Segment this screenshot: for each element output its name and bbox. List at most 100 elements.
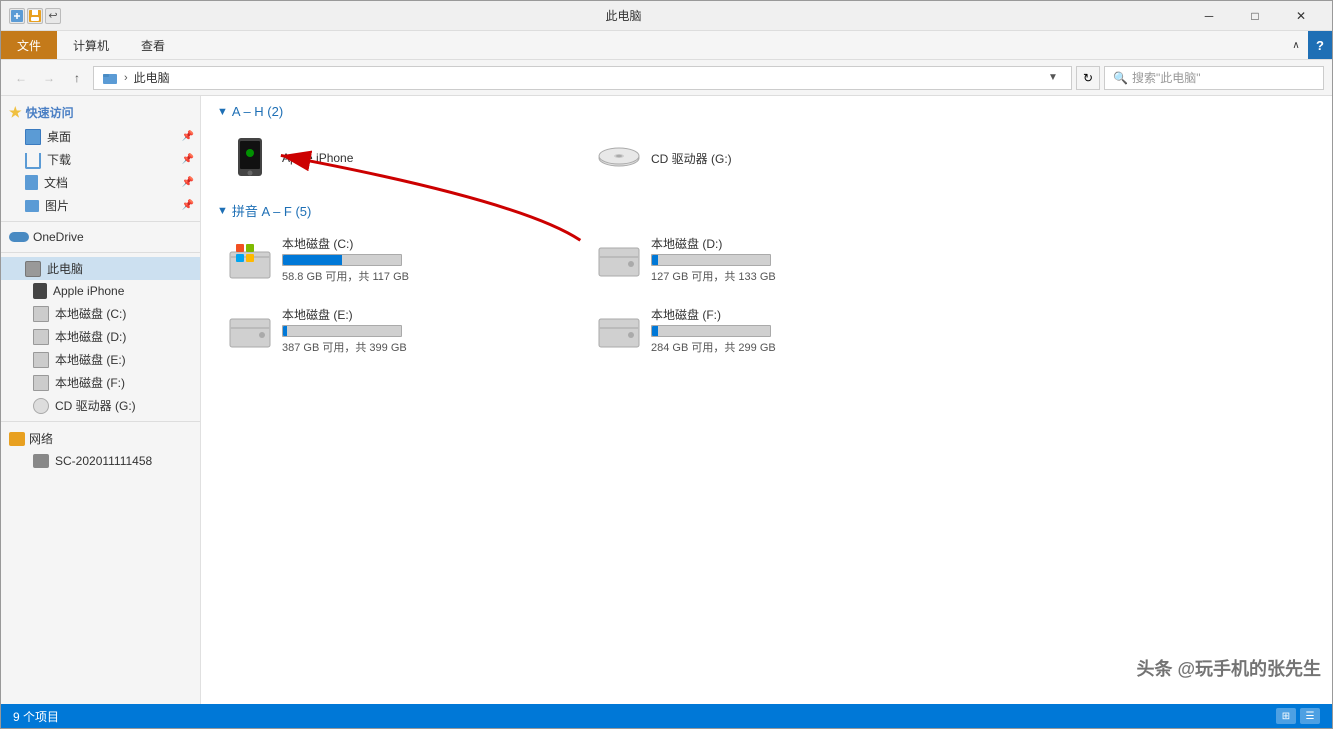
- drive-d-bar: [652, 255, 658, 265]
- sidebar: ★ 快速访问 桌面 📌 下载 📌 文档 📌 图片 📌: [1, 96, 201, 704]
- drive-d-bar-container: [651, 254, 771, 266]
- minimize-button[interactable]: ─: [1186, 1, 1232, 31]
- section-ah-header: ▼ A – H (2): [217, 104, 1316, 119]
- address-dropdown-arrow[interactable]: ▼: [1043, 72, 1063, 83]
- section-pinyin-toggle[interactable]: ▼: [217, 205, 228, 217]
- sidebar-label-sc: SC-202011111458: [55, 454, 152, 468]
- address-path: 此电脑: [134, 69, 1037, 86]
- drive-e-bar-container: [282, 325, 402, 337]
- tab-view[interactable]: 查看: [125, 31, 181, 59]
- quick-access-icon[interactable]: [9, 8, 25, 24]
- onedrive-icon: [9, 232, 29, 242]
- content-area: ▼ A – H (2) Appl: [201, 96, 1332, 704]
- section-pinyin-title: 拼音 A – F (5): [232, 201, 311, 220]
- address-bar: ← → ↑ › 此电脑 ▼ ↻ 🔍 搜索"此电脑": [1, 60, 1332, 96]
- drive-f-icon: [595, 307, 643, 355]
- cd-icon: [595, 134, 643, 182]
- sidebar-item-apple-iphone[interactable]: Apple iPhone: [1, 280, 200, 302]
- tab-computer[interactable]: 计算机: [57, 31, 125, 59]
- drive-e-info: 本地磁盘 (E:) 387 GB 可用，共 399 GB: [282, 306, 407, 355]
- collapse-ribbon-button[interactable]: ∧: [1284, 31, 1308, 59]
- hdd-d-icon: [33, 329, 49, 345]
- iphone-sidebar-icon: [33, 283, 47, 299]
- status-bar-icons: ⊞ ☰: [1276, 708, 1320, 724]
- drive-f-bar-container: [651, 325, 771, 337]
- desktop-icon: [25, 129, 41, 145]
- drive-f-bar: [652, 326, 658, 336]
- section-ah-title: A – H (2): [232, 104, 283, 119]
- drive-e-name: 本地磁盘 (E:): [282, 306, 407, 323]
- sidebar-label-pics: 图片: [45, 197, 69, 214]
- window-controls: ─ □ ✕: [1186, 1, 1324, 31]
- drive-item-iphone[interactable]: Apple iPhone: [217, 127, 578, 189]
- tab-file[interactable]: 文件: [1, 31, 57, 59]
- search-placeholder: 搜索"此电脑": [1132, 69, 1201, 86]
- drive-e-icon: [226, 307, 274, 355]
- sidebar-item-docs[interactable]: 文档 📌: [1, 171, 200, 194]
- sidebar-item-sc[interactable]: SC-202011111458: [1, 451, 200, 471]
- section-pinyin-grid: 本地磁盘 (C:) 58.8 GB 可用，共 117 GB: [217, 228, 1316, 362]
- view-mode-icon-2[interactable]: ☰: [1300, 708, 1320, 724]
- back-button[interactable]: ←: [9, 66, 33, 90]
- section-pinyin-header: ▼ 拼音 A – F (5): [217, 201, 1316, 220]
- undo-icon[interactable]: ↩: [45, 8, 61, 24]
- iphone-name: Apple iPhone: [282, 151, 353, 165]
- close-button[interactable]: ✕: [1278, 1, 1324, 31]
- drive-d-info: 本地磁盘 (D:) 127 GB 可用，共 133 GB: [651, 235, 776, 284]
- forward-button[interactable]: →: [37, 66, 61, 90]
- refresh-button[interactable]: ↻: [1076, 66, 1100, 90]
- drive-e-size: 387 GB 可用，共 399 GB: [282, 339, 407, 355]
- section-ah-toggle[interactable]: ▼: [217, 106, 228, 118]
- pin-icon: 📌: [182, 131, 194, 142]
- sidebar-label-f: 本地磁盘 (F:): [55, 374, 125, 391]
- network-header[interactable]: 网络: [1, 426, 200, 451]
- sidebar-item-thispc[interactable]: 此电脑: [1, 257, 200, 280]
- drive-item-cd[interactable]: CD 驱动器 (G:): [586, 127, 947, 189]
- view-mode-icon-1[interactable]: ⊞: [1276, 708, 1296, 724]
- sidebar-item-downloads[interactable]: 下载 📌: [1, 148, 200, 171]
- drive-item-e[interactable]: 本地磁盘 (E:) 387 GB 可用，共 399 GB: [217, 299, 578, 362]
- sidebar-item-pics[interactable]: 图片 📌: [1, 194, 200, 217]
- drive-item-f[interactable]: 本地磁盘 (F:) 284 GB 可用，共 299 GB: [586, 299, 947, 362]
- drive-c-icon: [226, 236, 274, 284]
- network-icon: [9, 432, 25, 446]
- downloads-icon: [25, 153, 41, 169]
- star-icon: ★: [9, 104, 22, 121]
- section-ah-grid: Apple iPhone CD 驱动器 (G:): [217, 127, 1316, 189]
- address-input[interactable]: › 此电脑 ▼: [93, 66, 1072, 90]
- up-button[interactable]: ↑: [65, 66, 89, 90]
- search-box[interactable]: 🔍 搜索"此电脑": [1104, 66, 1324, 90]
- search-icon: 🔍: [1113, 71, 1128, 85]
- item-count: 9 个项目: [13, 708, 59, 725]
- sidebar-label-docs: 文档: [44, 174, 68, 191]
- sidebar-item-drive-f[interactable]: 本地磁盘 (F:): [1, 371, 200, 394]
- thispc-icon: [25, 261, 41, 277]
- status-bar: 9 个项目 ⊞ ☰: [1, 704, 1332, 728]
- onedrive-header[interactable]: OneDrive: [1, 226, 200, 248]
- iphone-info: Apple iPhone: [282, 151, 353, 165]
- save-icon[interactable]: [27, 8, 43, 24]
- sidebar-item-drive-d[interactable]: 本地磁盘 (D:): [1, 325, 200, 348]
- sidebar-item-drive-c[interactable]: 本地磁盘 (C:): [1, 302, 200, 325]
- pc-icon: [33, 454, 49, 468]
- drive-item-c[interactable]: 本地磁盘 (C:) 58.8 GB 可用，共 117 GB: [217, 228, 578, 291]
- sidebar-item-drive-e[interactable]: 本地磁盘 (E:): [1, 348, 200, 371]
- maximize-button[interactable]: □: [1232, 1, 1278, 31]
- divider-3: [1, 421, 200, 422]
- sidebar-label-c: 本地磁盘 (C:): [55, 305, 126, 322]
- sidebar-label-d: 本地磁盘 (D:): [55, 328, 126, 345]
- pin-icon-docs: 📌: [182, 177, 194, 188]
- sidebar-label-onedrive: OneDrive: [33, 230, 84, 244]
- title-bar-path: 此电脑: [61, 7, 1186, 24]
- help-button[interactable]: ?: [1308, 31, 1332, 59]
- sidebar-item-desktop[interactable]: 桌面 📌: [1, 125, 200, 148]
- drive-c-size: 58.8 GB 可用，共 117 GB: [282, 268, 409, 284]
- hdd-e-icon: [33, 352, 49, 368]
- hdd-f-icon: [33, 375, 49, 391]
- divider-1: [1, 221, 200, 222]
- quick-access-header[interactable]: ★ 快速访问: [1, 100, 200, 125]
- sidebar-item-drive-g[interactable]: CD 驱动器 (G:): [1, 394, 200, 417]
- sidebar-label-downloads: 下载: [47, 151, 71, 168]
- drive-item-d[interactable]: 本地磁盘 (D:) 127 GB 可用，共 133 GB: [586, 228, 947, 291]
- drive-e-bar: [283, 326, 287, 336]
